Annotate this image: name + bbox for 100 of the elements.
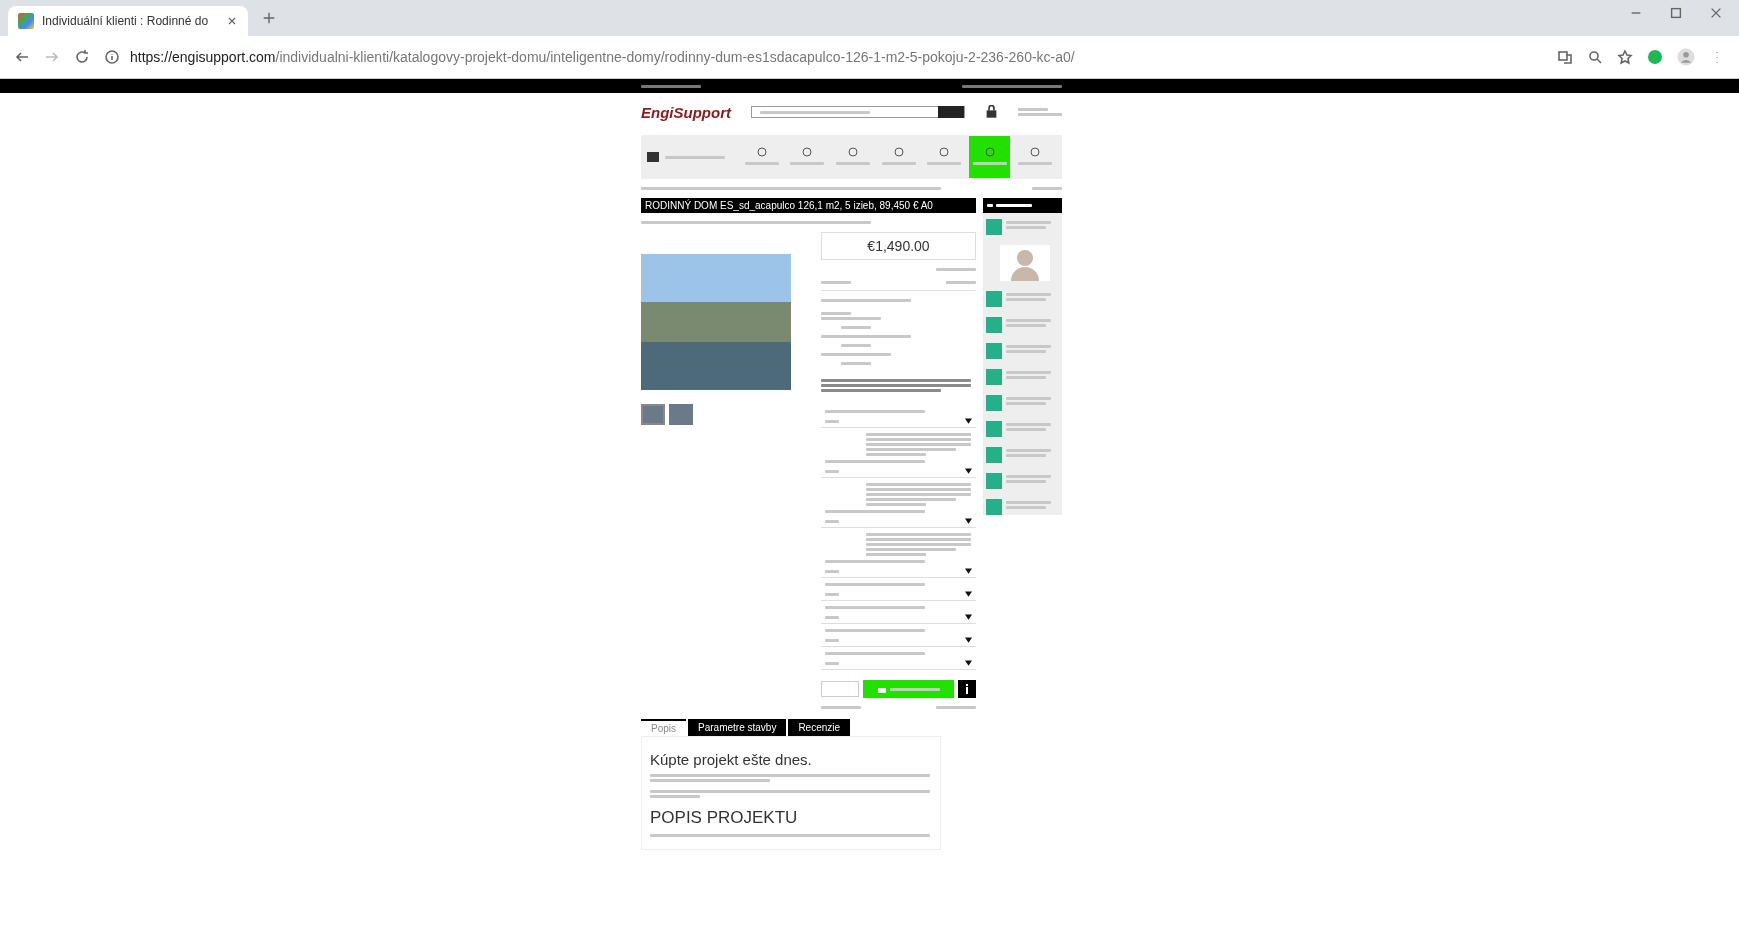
price: €1,490.00	[821, 232, 976, 260]
blurred-text-line	[1006, 506, 1046, 509]
blurred-text-line	[835, 162, 870, 165]
blurred-text-line	[841, 362, 871, 365]
blurred-text-line	[866, 453, 926, 456]
blurred-text-line	[641, 84, 701, 88]
blurred-text-line	[1006, 376, 1046, 379]
blurred-text-line	[790, 162, 825, 165]
blurred-text-line	[1006, 428, 1046, 431]
blurred-text-line	[1006, 350, 1046, 353]
blurred-text-line	[1006, 397, 1051, 400]
blurred-text-line	[1006, 423, 1051, 426]
blurred-text-line	[1006, 319, 1051, 322]
blurred-text-line	[1006, 345, 1051, 348]
blurred-text-line	[1006, 293, 1051, 296]
product-title: RODINNÝ DOM ES_sd_acapulco 126,1 m2, 5 izieb, 89,450 € A0	[641, 198, 976, 213]
blurred-text-line	[821, 312, 851, 315]
blurred-text-line	[1006, 475, 1051, 478]
info-icon[interactable]	[104, 49, 120, 65]
blurred-text-line	[825, 615, 839, 619]
tab[interactable]: Recenzie	[788, 719, 851, 736]
circle-icon	[756, 147, 767, 157]
blurred-text-line	[1006, 298, 1046, 301]
blurred-text-line	[1018, 113, 1062, 116]
blurred-text-line	[866, 553, 926, 556]
tab[interactable]: Parametre stavby	[688, 719, 787, 736]
blurred-text-line	[821, 317, 881, 320]
blurred-text-line	[744, 162, 779, 165]
blurred-text-line	[1006, 454, 1046, 457]
blurred-text-line	[821, 706, 861, 709]
blurred-text-line	[825, 419, 839, 423]
blurred-text-line	[825, 569, 839, 573]
blurred-text-line	[1006, 221, 1051, 224]
bag-icon	[877, 685, 886, 693]
dropdown[interactable]	[821, 465, 976, 478]
new-tab-icon[interactable]	[262, 11, 276, 25]
blurred-text-line	[881, 162, 916, 165]
favicon-icon	[18, 13, 34, 29]
site-logo[interactable]: EngiSupport	[641, 103, 731, 121]
search-field[interactable]	[751, 106, 965, 118]
caret-icon	[965, 614, 972, 620]
circle-icon	[939, 147, 950, 157]
blurred-text-line	[841, 326, 871, 329]
address-bar[interactable]: https://engisupport.com/individualni-klienti/katalogovy-projekt-domu/inteligentne-domy/rodinny-dum-es1sdacapulco-126-1-m2-5-pokoju-2-236-260-kc-a0/	[130, 49, 1075, 65]
maximize-icon[interactable]	[1669, 6, 1683, 20]
info-icon	[965, 684, 969, 694]
caret-icon	[965, 660, 972, 666]
blurred-text-line	[821, 353, 891, 356]
info-button[interactable]	[958, 680, 976, 698]
blurred-text-line	[972, 162, 1007, 165]
close-icon[interactable]	[1709, 6, 1723, 20]
reload-icon[interactable]	[74, 49, 90, 65]
blurred-text-line	[927, 162, 962, 165]
blurred-text-line	[825, 592, 839, 596]
dropdown[interactable]	[821, 611, 976, 624]
dropdown[interactable]	[821, 657, 976, 670]
blurred-text-line	[825, 661, 839, 665]
blurred-text-line	[987, 204, 993, 207]
blurred-text-line	[1018, 162, 1053, 165]
blurred-text-line	[1006, 226, 1046, 229]
dropdown[interactable]	[821, 515, 976, 528]
blurred-text-line	[996, 204, 1032, 207]
blurred-text-line	[1006, 501, 1051, 504]
cart-icon[interactable]	[985, 105, 998, 119]
dropdown[interactable]	[821, 588, 976, 601]
nav-item[interactable]	[968, 136, 1011, 178]
blurred-text-line	[1006, 480, 1046, 483]
star-icon[interactable]	[1617, 49, 1633, 65]
blurred-text-line	[889, 687, 940, 691]
blurred-text-line	[1006, 449, 1051, 452]
close-icon[interactable]	[226, 15, 238, 27]
translate-icon[interactable]	[1557, 49, 1573, 65]
blurred-text-line	[946, 281, 976, 284]
thumbnail[interactable]	[641, 404, 665, 425]
blurred-text-line	[650, 795, 700, 798]
dropdown[interactable]	[821, 415, 976, 428]
zoom-icon[interactable]	[1587, 49, 1603, 65]
blurred-text-line	[821, 281, 851, 284]
blurred-text-line	[825, 519, 839, 523]
blurred-text-line	[936, 268, 976, 271]
caret-icon	[965, 518, 972, 524]
extension-icon[interactable]	[1647, 49, 1663, 65]
dropdown[interactable]	[821, 565, 976, 578]
tab[interactable]: Popis	[641, 719, 686, 736]
section-title: POPIS PROJEKTU	[650, 808, 799, 828]
profile-icon[interactable]	[1677, 48, 1695, 66]
thumbnail[interactable]	[669, 404, 693, 425]
circle-icon	[893, 147, 904, 157]
blurred-text-line	[1018, 108, 1048, 111]
caret-icon	[965, 468, 972, 474]
caret-icon	[965, 591, 972, 597]
blurred-text-line	[1032, 187, 1062, 190]
blurred-text-line	[936, 706, 976, 709]
dropdown[interactable]	[821, 634, 976, 647]
circle-icon	[1030, 147, 1041, 157]
circle-icon	[802, 147, 813, 157]
quantity-field[interactable]	[821, 681, 859, 697]
blurred-text-line	[1006, 324, 1046, 327]
blurred-text-line	[825, 469, 839, 473]
browser-tab[interactable]: Individuální klienti : Rodinné do	[8, 6, 248, 36]
